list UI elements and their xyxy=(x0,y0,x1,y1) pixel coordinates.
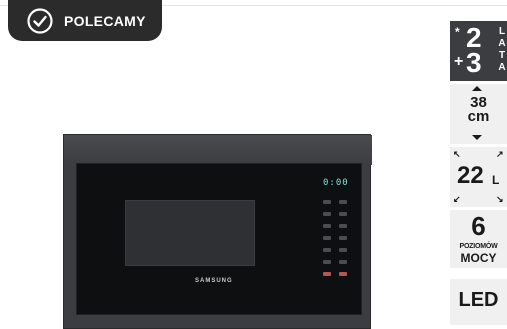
power-levels-tile: 6 POZIOMÓW MOCY xyxy=(450,210,507,268)
capacity-tile: ↖ ↗ 22 L ↙ ↘ xyxy=(450,147,507,207)
panel-button xyxy=(323,200,331,204)
corner-arrow-icon: ↗ xyxy=(496,149,504,159)
panel-button xyxy=(323,212,331,216)
corner-arrow-icon: ↙ xyxy=(453,194,461,204)
panel-button xyxy=(339,224,347,228)
led-label: LED xyxy=(458,289,499,311)
warranty-years-extra: 3 xyxy=(466,47,482,78)
microwave-window xyxy=(125,200,255,266)
power-levels-label: POZIOMÓW xyxy=(459,243,498,250)
corner-arrow-icon: ↖ xyxy=(453,149,461,159)
capacity-value: 22 xyxy=(457,162,484,189)
product-image[interactable]: SAMSUNG 0:00 xyxy=(63,134,372,329)
corner-arrow-icon: ↘ xyxy=(496,194,504,204)
badge-label: POLECAMY xyxy=(64,12,146,29)
warranty-plus: + xyxy=(454,53,464,70)
panel-button-start xyxy=(339,272,347,276)
panel-button xyxy=(339,236,347,240)
brand-logo: SAMSUNG xyxy=(195,278,233,284)
warranty-tile: * 2 + 3 L A T A xyxy=(450,21,507,81)
width-tile: 38 cm xyxy=(450,84,507,144)
arrow-down-icon xyxy=(472,135,482,140)
panel-button xyxy=(339,212,347,216)
panel-button xyxy=(323,224,331,228)
recommended-badge: POLECAMY xyxy=(8,0,162,41)
check-circle-icon xyxy=(27,7,53,34)
panel-button xyxy=(323,260,331,264)
panel-button xyxy=(323,236,331,240)
microwave-frame: SAMSUNG 0:00 xyxy=(63,134,372,329)
capacity-unit: L xyxy=(492,173,500,187)
width-unit: cm xyxy=(467,108,490,125)
panel-button-stop xyxy=(323,272,331,276)
control-panel: 0:00 xyxy=(301,164,363,316)
arrow-up-icon xyxy=(472,86,482,91)
panel-button xyxy=(339,248,347,252)
power-levels-value: 6 xyxy=(471,211,486,241)
warranty-unit: L A T A xyxy=(498,26,506,73)
panel-button xyxy=(323,248,331,252)
power-levels-label-2: MOCY xyxy=(460,251,497,265)
panel-button xyxy=(339,260,347,264)
microwave-door: SAMSUNG 0:00 xyxy=(76,163,362,315)
led-tile: LED xyxy=(450,279,507,325)
panel-display: 0:00 xyxy=(323,178,349,188)
warranty-asterisk: * xyxy=(455,25,460,39)
panel-button xyxy=(339,200,347,204)
